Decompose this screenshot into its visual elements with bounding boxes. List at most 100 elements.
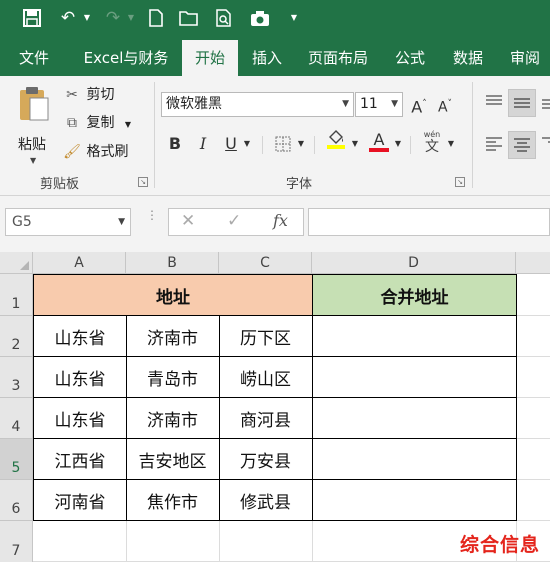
tab-page-layout[interactable]: 页面布局 (300, 40, 376, 76)
header-d-label: 合并地址 (380, 287, 449, 308)
font-color-dropdown-icon[interactable]: ▼ (393, 132, 403, 156)
formula-bar-grip-icon: ⋮ (146, 208, 158, 222)
align-bottom-button[interactable] (540, 92, 550, 114)
row-header-3[interactable]: 3 (0, 357, 33, 398)
paste-icon (18, 86, 50, 126)
align-bottom-icon (542, 99, 550, 109)
cell-c2[interactable]: 历下区 (219, 316, 313, 357)
formula-input[interactable] (308, 208, 550, 236)
phonetic-guide-button[interactable]: wén 文 (420, 130, 444, 158)
cell-a6[interactable]: 河南省 (33, 480, 127, 521)
cell-a5[interactable]: 江西省 (33, 439, 127, 480)
row-header-4[interactable]: 4 (0, 398, 33, 439)
font-launcher-icon[interactable]: ↘ (455, 177, 465, 187)
enter-icon[interactable]: ✓ (227, 211, 241, 231)
col-header-a[interactable]: A (33, 252, 126, 274)
bold-button[interactable]: B (165, 132, 185, 156)
header-merged-address-d[interactable]: 合并地址 (312, 274, 517, 316)
chevron-down-icon: ▼ (342, 99, 349, 109)
cell-b2[interactable]: 济南市 (126, 316, 220, 357)
col-header-e[interactable] (516, 252, 550, 274)
row-header-2[interactable]: 2 (0, 316, 33, 357)
tab-home[interactable]: 开始 (182, 40, 238, 76)
redo-icon[interactable]: ↷ (100, 6, 126, 30)
cell-a4[interactable]: 山东省 (33, 398, 127, 439)
format-painter-button[interactable]: 🖌 格式刷 (62, 141, 128, 163)
font-color-label: A (373, 130, 385, 149)
cell-d2[interactable] (312, 316, 517, 357)
cell-d3[interactable] (312, 357, 517, 398)
paste-button[interactable]: 粘贴 ▼ (12, 84, 56, 165)
cell-a3[interactable]: 山东省 (33, 357, 127, 398)
tab-data[interactable]: 数据 (442, 40, 494, 76)
cell-c6[interactable]: 修武县 (219, 480, 313, 521)
increase-font-button[interactable]: A˄ (408, 92, 430, 116)
chevron-down-icon: ▼ (118, 217, 125, 227)
row-header-1[interactable]: 1 (0, 274, 33, 316)
align-middle-button[interactable] (508, 89, 536, 117)
cell-b3[interactable]: 青岛市 (126, 357, 220, 398)
copy-icon: ⧉ (67, 115, 77, 131)
align-center-button[interactable] (508, 131, 536, 159)
underline-button[interactable]: U (221, 132, 241, 156)
tab-insert[interactable]: 插入 (242, 40, 292, 76)
tab-file[interactable]: 文件 (8, 40, 60, 76)
font-size-combo[interactable]: 11 ▼ (355, 92, 403, 117)
cancel-icon[interactable]: ✕ (181, 211, 195, 231)
cell-a2[interactable]: 山东省 (33, 316, 127, 357)
fill-color-dropdown-icon[interactable]: ▼ (350, 132, 360, 156)
col-header-c[interactable]: C (219, 252, 312, 274)
cell-c3[interactable]: 崂山区 (219, 357, 313, 398)
align-right-button[interactable] (540, 134, 550, 156)
cell-d5[interactable] (312, 439, 517, 480)
phonetic-dropdown-icon[interactable]: ▼ (446, 132, 456, 156)
new-file-icon[interactable] (144, 6, 168, 30)
merged-header-address[interactable]: 地址 (33, 274, 313, 316)
name-box-value: G5 (12, 214, 32, 230)
cell-c5[interactable]: 万安县 (219, 439, 313, 480)
font-name-combo[interactable]: 微软雅黑 ▼ (161, 92, 354, 117)
chevron-down-icon: ▼ (391, 99, 398, 109)
col-header-b[interactable]: B (126, 252, 219, 274)
row-header-6[interactable]: 6 (0, 480, 33, 521)
underline-dropdown-icon[interactable]: ▼ (242, 132, 252, 156)
print-preview-icon[interactable] (212, 6, 236, 30)
customize-dropdown-icon[interactable]: ▼ (287, 6, 301, 30)
clipboard-launcher-icon[interactable]: ↘ (138, 177, 148, 187)
copy-button[interactable]: ⧉ 复制 ▼ (62, 112, 131, 134)
align-top-button[interactable] (484, 92, 506, 114)
italic-button[interactable]: I (193, 132, 213, 156)
font-color-button[interactable]: A (368, 128, 390, 152)
undo-icon[interactable]: ↶ (55, 6, 81, 30)
borders-dropdown-icon[interactable]: ▼ (296, 132, 306, 156)
cell-c4[interactable]: 商河县 (219, 398, 313, 439)
tab-formulas[interactable]: 公式 (384, 40, 436, 76)
insert-function-icon[interactable]: fx (273, 211, 288, 230)
decrease-font-button[interactable]: A˅ (434, 92, 456, 116)
open-folder-icon[interactable] (176, 6, 202, 30)
phonetic-pinyin: wén (423, 130, 441, 139)
name-box[interactable]: G5 ▼ (5, 208, 131, 236)
row-header-7[interactable]: 7 (0, 521, 33, 562)
undo-dropdown-icon[interactable]: ▼ (82, 6, 92, 30)
redo-dropdown-icon[interactable]: ▼ (126, 6, 136, 30)
cell-d6[interactable] (312, 480, 517, 521)
cell-d4[interactable] (312, 398, 517, 439)
fill-color-button[interactable] (324, 128, 348, 152)
quick-access-toolbar: ↶ ▼ ↷ ▼ ▼ (0, 0, 550, 36)
cell-b6[interactable]: 焦作市 (126, 480, 220, 521)
tab-excel-finance[interactable]: Excel与财务 (72, 40, 180, 76)
select-all-corner[interactable] (0, 252, 33, 274)
borders-button[interactable] (272, 132, 294, 156)
font-name-value: 微软雅黑 (166, 96, 222, 112)
gridline (517, 438, 550, 439)
cell-b5[interactable]: 吉安地区 (126, 439, 220, 480)
cell-b4[interactable]: 济南市 (126, 398, 220, 439)
col-header-d[interactable]: D (312, 252, 516, 274)
tab-review[interactable]: 审阅 (500, 40, 550, 76)
camera-icon[interactable] (246, 6, 274, 30)
save-icon[interactable] (20, 6, 44, 30)
row-header-5[interactable]: 5 (0, 439, 33, 480)
cut-button[interactable]: ✂ 剪切 (62, 84, 114, 106)
align-left-button[interactable] (484, 134, 506, 156)
